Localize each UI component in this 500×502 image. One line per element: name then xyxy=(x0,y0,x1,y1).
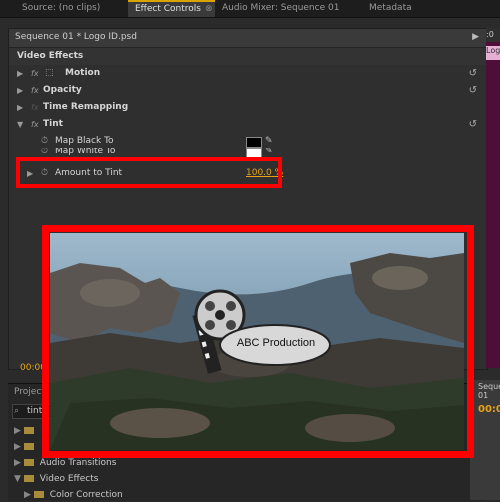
search-icon: ⌕ xyxy=(14,406,20,416)
tab-source[interactable]: Source: (no clips) xyxy=(22,0,100,17)
reset-icon[interactable]: ↺ xyxy=(469,65,477,82)
sequence-clip-header: Sequence 01 * Logo ID.psd ▶ xyxy=(9,29,487,48)
tab-metadata[interactable]: Metadata xyxy=(369,0,412,17)
list-item[interactable]: ▶ xyxy=(14,424,40,438)
expand-triangle-icon[interactable]: ▶ xyxy=(24,490,31,500)
effect-label: Time Remapping xyxy=(43,102,129,112)
timeline-ruler: :0 xyxy=(486,28,500,42)
tab-effect-controls[interactable]: Effect Controls ⊗ xyxy=(128,0,215,17)
motion-transform-icon: ⬚ xyxy=(45,68,54,78)
effect-label: Tint xyxy=(43,119,63,129)
effect-label: Motion xyxy=(65,68,101,78)
preview-highlight-box xyxy=(42,225,474,458)
folder-icon xyxy=(33,491,44,498)
list-item-audio-transitions[interactable]: ▶ Audio Transitions xyxy=(14,456,116,470)
folder-icon xyxy=(23,427,34,434)
tab-project[interactable]: Project xyxy=(14,387,45,397)
expand-triangle-icon[interactable]: ▶ xyxy=(17,65,23,82)
effect-row-tint[interactable]: ▼ fx Tint ↺ xyxy=(9,116,487,133)
play-arrow-icon[interactable]: ▶ xyxy=(472,32,479,42)
expand-triangle-icon[interactable]: ▶ xyxy=(17,99,23,116)
fx-toggle-icon[interactable]: fx xyxy=(31,65,39,82)
panel-tab-bar: Source: (no clips) Effect Controls ⊗ Audi… xyxy=(0,0,500,18)
fx-toggle-icon[interactable]: fx xyxy=(31,82,39,99)
tab-audio-mixer[interactable]: Audio Mixer: Sequence 01 xyxy=(222,0,339,17)
expand-triangle-icon[interactable]: ▶ xyxy=(14,442,21,452)
video-effects-header: Video Effects xyxy=(9,48,487,65)
sequence-timecode[interactable]: 00:0 xyxy=(478,404,500,415)
reset-icon[interactable]: ↺ xyxy=(469,82,477,99)
highlight-box xyxy=(16,157,282,188)
expand-triangle-icon[interactable]: ▶ xyxy=(17,82,23,99)
list-item[interactable]: ▶ xyxy=(14,440,40,454)
timeline-strip xyxy=(486,28,500,368)
reset-icon[interactable]: ↺ xyxy=(469,116,477,133)
expand-triangle-icon[interactable]: ▶ xyxy=(14,458,21,468)
fx-toggle-icon: fx xyxy=(31,103,39,112)
close-icon[interactable]: ⊗ xyxy=(205,4,213,14)
expand-triangle-icon[interactable]: ▶ xyxy=(14,426,21,436)
sequence-tab[interactable]: Sequence 01 xyxy=(478,382,500,400)
fx-toggle-icon[interactable]: fx xyxy=(31,116,39,133)
effect-row-motion[interactable]: ▶ fx ⬚ Motion ↺ xyxy=(9,65,487,82)
timeline-clip[interactable]: Logo xyxy=(486,46,500,60)
black-color-swatch[interactable] xyxy=(246,137,262,148)
list-item-video-effects[interactable]: ▼ Video Effects xyxy=(14,472,98,486)
collapse-triangle-icon[interactable]: ▼ xyxy=(14,474,21,484)
collapse-triangle-icon[interactable]: ▼ xyxy=(17,116,23,133)
effect-row-opacity[interactable]: ▶ fx Opacity ↺ xyxy=(9,82,487,99)
folder-icon xyxy=(23,459,34,466)
sequence-clip-label: Sequence 01 * Logo ID.psd xyxy=(15,32,137,42)
section-title: Video Effects xyxy=(17,51,84,61)
effect-row-time-remapping[interactable]: ▶ fx Time Remapping xyxy=(9,99,487,116)
folder-icon xyxy=(23,475,34,482)
folder-icon xyxy=(23,443,34,450)
effect-label: Opacity xyxy=(43,85,82,95)
